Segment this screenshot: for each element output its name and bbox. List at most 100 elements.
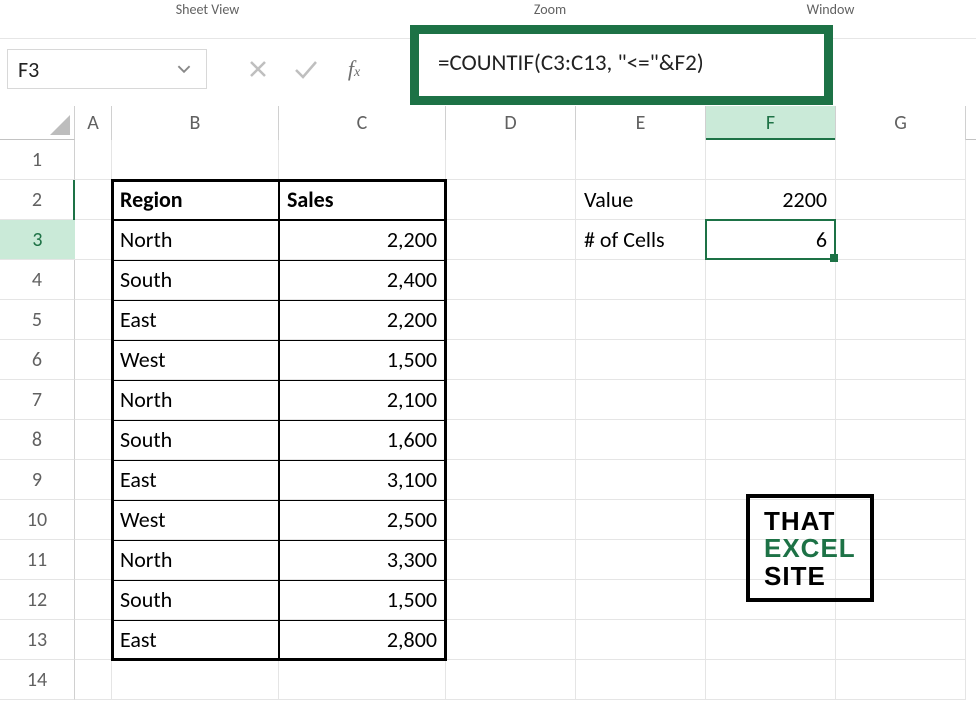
cells-area[interactable]: RegionSalesNorth2,200South2,400East2,200…: [75, 140, 976, 706]
cell-E11[interactable]: [576, 540, 706, 580]
cell-A8[interactable]: [75, 420, 112, 460]
row-header-5[interactable]: 5: [0, 300, 75, 340]
column-header-F[interactable]: F: [706, 106, 836, 140]
row-header-8[interactable]: 8: [0, 420, 75, 460]
row-header-9[interactable]: 9: [0, 460, 75, 500]
cell-A1[interactable]: [75, 140, 112, 180]
cell-G1[interactable]: [836, 140, 966, 180]
column-header-D[interactable]: D: [446, 106, 576, 140]
cell-E1[interactable]: [576, 140, 706, 180]
cell-E8[interactable]: [576, 420, 706, 460]
cell-D14[interactable]: [446, 660, 576, 700]
cell-F5[interactable]: [706, 300, 836, 340]
cell-G2[interactable]: [836, 180, 966, 220]
count-cell[interactable]: 6: [706, 220, 836, 260]
cell-E9[interactable]: [576, 460, 706, 500]
cell-F8[interactable]: [706, 420, 836, 460]
cell-A2[interactable]: [75, 180, 112, 220]
row-headers: 1234567891011121314: [0, 140, 75, 700]
table-row-divider: [112, 460, 446, 461]
cell-A6[interactable]: [75, 340, 112, 380]
cell-B1[interactable]: [112, 140, 279, 180]
cancel-icon[interactable]: [245, 54, 271, 84]
column-header-A[interactable]: A: [75, 106, 112, 140]
cell-G6[interactable]: [836, 340, 966, 380]
cell-E6[interactable]: [576, 340, 706, 380]
cell-F7[interactable]: [706, 380, 836, 420]
cell-G13[interactable]: [836, 620, 966, 660]
cell-A12[interactable]: [75, 580, 112, 620]
cell-A10[interactable]: [75, 500, 112, 540]
row-header-4[interactable]: 4: [0, 260, 75, 300]
cell-G7[interactable]: [836, 380, 966, 420]
cell-C1[interactable]: [279, 140, 446, 180]
cell-A11[interactable]: [75, 540, 112, 580]
row-header-3[interactable]: 3: [0, 220, 75, 260]
row-header-10[interactable]: 10: [0, 500, 75, 540]
cell-D9[interactable]: [446, 460, 576, 500]
cell-F13[interactable]: [706, 620, 836, 660]
column-header-B[interactable]: B: [112, 106, 279, 140]
column-header-G[interactable]: G: [836, 106, 966, 140]
cell-D1[interactable]: [446, 140, 576, 180]
column-header-C[interactable]: C: [279, 106, 446, 140]
value-label[interactable]: Value: [576, 180, 706, 220]
cell-A4[interactable]: [75, 260, 112, 300]
table-row-divider: [112, 540, 446, 541]
cell-A9[interactable]: [75, 460, 112, 500]
count-label[interactable]: # of Cells: [576, 220, 706, 260]
cell-E14[interactable]: [576, 660, 706, 700]
cell-E12[interactable]: [576, 580, 706, 620]
column-header-E[interactable]: E: [576, 106, 706, 140]
cell-A3[interactable]: [75, 220, 112, 260]
name-box[interactable]: F3: [7, 49, 207, 89]
cell-G3[interactable]: [836, 220, 966, 260]
cell-A13[interactable]: [75, 620, 112, 660]
cell-E13[interactable]: [576, 620, 706, 660]
row-header-13[interactable]: 13: [0, 620, 75, 660]
cell-D2[interactable]: [446, 180, 576, 220]
row-header-12[interactable]: 12: [0, 580, 75, 620]
cell-F6[interactable]: [706, 340, 836, 380]
spreadsheet-grid[interactable]: ABCDEFG 1234567891011121314 RegionSalesN…: [0, 106, 976, 706]
cell-E7[interactable]: [576, 380, 706, 420]
cell-E4[interactable]: [576, 260, 706, 300]
cell-D7[interactable]: [446, 380, 576, 420]
cell-D4[interactable]: [446, 260, 576, 300]
row-header-11[interactable]: 11: [0, 540, 75, 580]
cell-D5[interactable]: [446, 300, 576, 340]
row-header-1[interactable]: 1: [0, 140, 75, 180]
cell-F4[interactable]: [706, 260, 836, 300]
row-header-2[interactable]: 2: [0, 180, 75, 220]
cell-G5[interactable]: [836, 300, 966, 340]
cell-D13[interactable]: [446, 620, 576, 660]
cell-A7[interactable]: [75, 380, 112, 420]
table-row-divider: [112, 300, 446, 301]
enter-icon[interactable]: [293, 54, 319, 84]
chevron-down-icon[interactable]: [172, 62, 196, 76]
cell-E10[interactable]: [576, 500, 706, 540]
cell-D6[interactable]: [446, 340, 576, 380]
cell-A14[interactable]: [75, 660, 112, 700]
cell-D12[interactable]: [446, 580, 576, 620]
cell-D3[interactable]: [446, 220, 576, 260]
cell-E5[interactable]: [576, 300, 706, 340]
cell-F14[interactable]: [706, 660, 836, 700]
cell-C14[interactable]: [279, 660, 446, 700]
value-cell[interactable]: 2200: [706, 180, 836, 220]
select-all-triangle[interactable]: [0, 106, 75, 140]
row-header-6[interactable]: 6: [0, 340, 75, 380]
cell-D8[interactable]: [446, 420, 576, 460]
row-header-7[interactable]: 7: [0, 380, 75, 420]
cell-A5[interactable]: [75, 300, 112, 340]
cell-F1[interactable]: [706, 140, 836, 180]
cell-D11[interactable]: [446, 540, 576, 580]
cell-G8[interactable]: [836, 420, 966, 460]
insert-function-icon[interactable]: fx: [341, 54, 367, 84]
cell-D10[interactable]: [446, 500, 576, 540]
cell-G14[interactable]: [836, 660, 966, 700]
cell-G4[interactable]: [836, 260, 966, 300]
row-header-14[interactable]: 14: [0, 660, 75, 700]
formula-bar[interactable]: =COUNTIF(C3:C13, "<="&F2): [438, 49, 704, 77]
cell-B14[interactable]: [112, 660, 279, 700]
